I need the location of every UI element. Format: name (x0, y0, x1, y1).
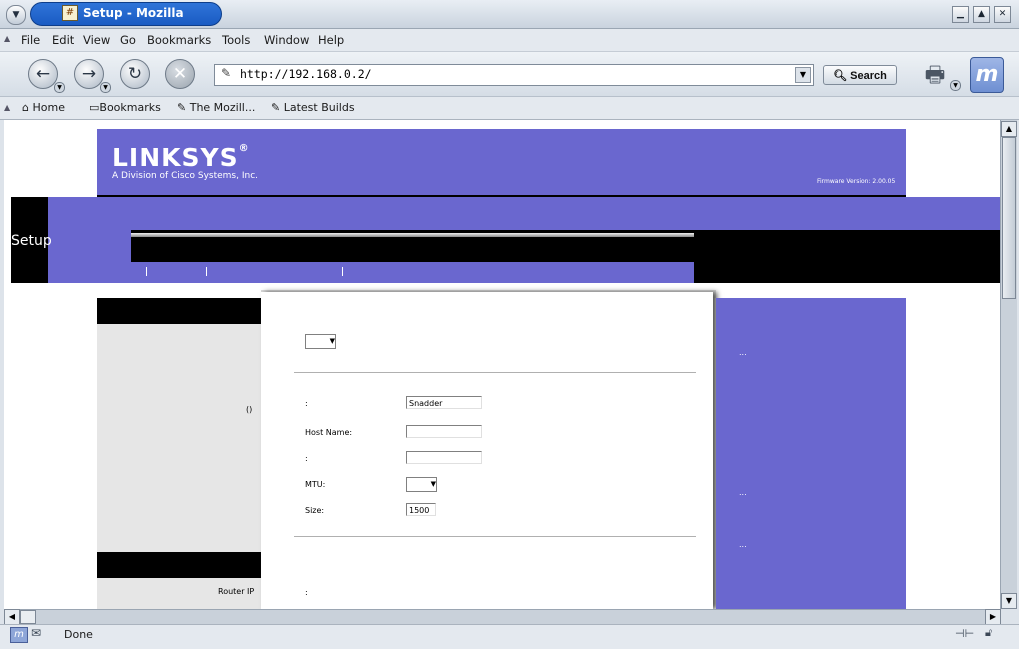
scroll-down-icon[interactable]: ▼ (1001, 593, 1017, 609)
menu-bookmarks[interactable]: Bookmarks (147, 33, 211, 47)
subnav-bar (131, 262, 694, 283)
mail-status-icon[interactable]: ✉ (31, 626, 41, 640)
stop-icon[interactable]: ✕ (165, 59, 195, 89)
minimize-icon[interactable]: ▁ (952, 6, 969, 23)
dropdown-arrow-icon: ▼ (329, 337, 335, 345)
scroll-up-icon[interactable]: ▲ (1001, 121, 1017, 137)
name-input[interactable]: Snadder (406, 396, 482, 409)
logo-text: LINKSYS (112, 143, 239, 172)
menu-grip-icon: ▲ (4, 34, 11, 43)
help-more-link-2[interactable]: ... (739, 488, 747, 497)
help-more-link-1[interactable]: ... (739, 348, 747, 357)
menu-view[interactable]: View (83, 33, 110, 47)
router-ip-label: Router IP (218, 587, 255, 596)
bookmark-icon: ✎ (271, 101, 281, 114)
dropdown-arrow-icon: ▼ (430, 480, 436, 488)
host-name-label: Host Name: (305, 428, 353, 437)
logo-subtitle: A Division of Cisco Systems, Inc. (112, 171, 258, 181)
help-panel (716, 298, 906, 609)
window-menu-icon[interactable]: ▼ (6, 5, 26, 25)
host-name-input[interactable] (406, 425, 482, 438)
subnav-divider-1[interactable] (146, 267, 147, 276)
menu-go[interactable]: Go (120, 33, 136, 47)
mtu-size-input[interactable]: 1500 (406, 503, 436, 516)
menu-edit[interactable]: Edit (52, 33, 74, 47)
url-text: http://192.168.0.2/ (240, 67, 372, 81)
bookmark-icon: ✎ (177, 101, 187, 114)
bookmark-home-label: Home (32, 101, 65, 114)
mtu-select[interactable]: ▼ (406, 477, 437, 492)
subnav-divider-2[interactable] (206, 267, 207, 276)
router-ip-colon: : (305, 588, 308, 597)
domain-name-input[interactable] (406, 451, 482, 464)
linksys-logo: LINKSYS® (112, 143, 250, 172)
reload-icon[interactable]: ↻ (120, 59, 150, 89)
security-lock-icon: 🔓︎ (985, 626, 993, 639)
print-dropdown-icon[interactable]: ▼ (950, 80, 961, 91)
mozilla-status-icon[interactable]: m (10, 627, 28, 643)
connection-type-select[interactable]: ▼ (305, 334, 336, 349)
status-text: Done (64, 628, 93, 641)
bookmark-bookmarks-label: Bookmarks (99, 101, 161, 114)
left-heading-bar-1 (97, 298, 261, 324)
web-content: LINKSYS® A Division of Cisco Systems, In… (4, 120, 1000, 609)
app-icon: # (62, 5, 78, 21)
bookmark-latest-label: Latest Builds (283, 101, 355, 114)
search-icon: 🔍︎ (833, 69, 848, 82)
firmware-version: Firmware Version: 2.00.05 (817, 178, 896, 185)
scroll-left-icon[interactable]: ◀ (4, 609, 20, 625)
section-title: Setup (11, 233, 52, 249)
forward-dropdown-icon[interactable]: ▼ (100, 82, 111, 93)
horizontal-scroll-thumb[interactable] (20, 610, 36, 624)
bookmark-latest-builds[interactable]: ✎ Latest Builds (271, 101, 355, 114)
bookmark-bookmarks[interactable]: ▭Bookmarks (89, 101, 161, 114)
paren-label: () (246, 405, 253, 414)
mozilla-logo-icon: m (970, 57, 1004, 93)
menu-file[interactable]: File (21, 33, 40, 47)
bookmarks-grip-icon: ▲ (4, 103, 11, 112)
section-separator-2 (294, 536, 696, 537)
colon-label-1: : (305, 399, 308, 408)
print-icon[interactable]: 🖶 (920, 58, 950, 88)
vertical-scroll-thumb[interactable] (1002, 137, 1016, 299)
window-title: Setup - Mozilla (83, 6, 184, 20)
menu-window[interactable]: Window (264, 33, 309, 47)
folder-icon: ▭ (89, 101, 100, 114)
bookmark-mozilla[interactable]: ✎ The Mozill... (177, 101, 255, 114)
tab-highlight (131, 233, 694, 237)
bookmark-mozilla-label: The Mozill... (189, 101, 256, 114)
help-more-link-3[interactable]: ... (739, 540, 747, 549)
logo-reg: ® (238, 143, 250, 154)
colon-label-2: : (305, 454, 308, 463)
bookmark-home[interactable]: ⌂ Home (22, 101, 65, 114)
mtu-label: MTU: (305, 480, 326, 489)
back-dropdown-icon[interactable]: ▼ (54, 82, 65, 93)
left-heading-bar-2 (97, 552, 261, 578)
menu-tools[interactable]: Tools (222, 33, 250, 47)
status-bar (0, 624, 1019, 649)
maximize-icon[interactable]: ▲ (973, 6, 990, 23)
page-proxy-icon: ✎ (221, 66, 232, 80)
nav-top-band (48, 197, 1000, 230)
url-dropdown-icon[interactable]: ▼ (795, 67, 811, 83)
scroll-right-icon[interactable]: ▶ (985, 609, 1001, 625)
subnav-divider-3[interactable] (342, 267, 343, 276)
section-separator-1 (294, 372, 696, 373)
size-label: Size: (305, 506, 325, 515)
horizontal-scrollbar[interactable] (4, 609, 1000, 624)
search-button-label: Search (850, 69, 887, 82)
close-icon[interactable]: ✕ (994, 6, 1011, 23)
online-status-icon: ⊣⊢ (955, 627, 975, 640)
nav-section-block (48, 230, 131, 283)
home-icon: ⌂ (22, 101, 29, 114)
menu-help[interactable]: Help (318, 33, 344, 47)
search-button[interactable]: 🔍︎ Search (823, 65, 897, 85)
